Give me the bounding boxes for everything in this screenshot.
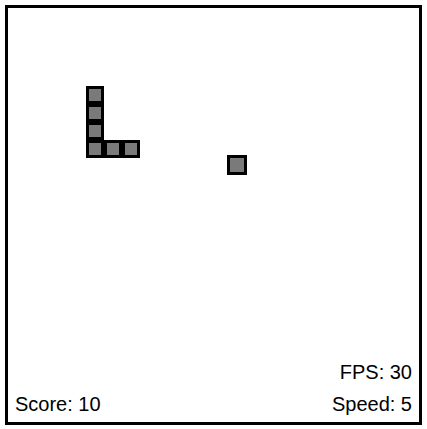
speed-label: Speed: 5	[332, 392, 412, 416]
food	[227, 155, 247, 175]
snake-segment	[86, 86, 104, 104]
snake-segment	[104, 140, 122, 158]
snake-segment	[86, 104, 104, 122]
score-label: Score: 10	[15, 392, 101, 416]
stats: FPS: 30 Speed: 5	[332, 360, 412, 416]
snake-segment	[122, 140, 140, 158]
fps-label: FPS: 30	[340, 360, 412, 384]
game-page: Score: 10 FPS: 30 Speed: 5	[0, 0, 427, 429]
snake-segment	[86, 122, 104, 140]
snake-segment	[86, 140, 104, 158]
game-board: Score: 10 FPS: 30 Speed: 5	[5, 5, 422, 425]
hud: Score: 10 FPS: 30 Speed: 5	[8, 360, 419, 422]
